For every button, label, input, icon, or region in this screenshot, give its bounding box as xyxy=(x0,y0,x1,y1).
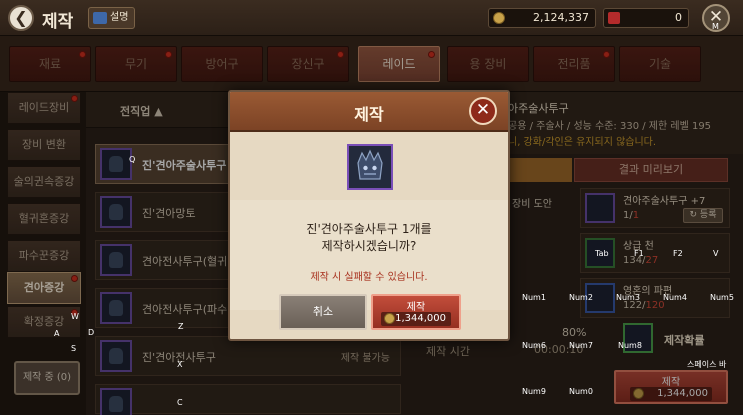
cancel-button[interactable]: 취소 xyxy=(279,294,367,330)
gem-value: 0 xyxy=(675,11,682,24)
coin-icon xyxy=(493,12,505,24)
confirm-label: 제작 xyxy=(406,302,426,313)
gem-counter: 0 xyxy=(603,8,689,28)
top-bar: ❮ 제작 설명 2,124,337 0 ✕ M xyxy=(0,0,743,36)
helmet-icon xyxy=(347,144,393,190)
gold-counter: 2,124,337 xyxy=(488,8,596,28)
confirm-craft-button[interactable]: 제작 1,344,000 xyxy=(371,294,461,330)
gold-value: 2,124,337 xyxy=(533,11,589,24)
back-button[interactable]: ❮ xyxy=(8,5,34,31)
dialog-title: 제작 xyxy=(354,105,384,124)
dialog-message-line2: 제작하시겠습니까? xyxy=(321,239,417,253)
help-button[interactable]: 설명 xyxy=(88,7,136,29)
chevron-left-icon: ❮ xyxy=(14,8,28,27)
page-title: 제작 xyxy=(42,12,74,32)
coin-icon xyxy=(384,313,395,324)
dialog-close-button[interactable]: ✕ xyxy=(469,97,497,125)
book-icon xyxy=(93,12,107,24)
dialog-body xyxy=(230,200,508,310)
dialog-message-line1: 진'견아주술사투구 1개를 xyxy=(306,222,432,236)
gem-icon xyxy=(608,12,620,24)
close-icon: ✕ xyxy=(708,7,724,27)
close-icon: ✕ xyxy=(475,100,491,120)
craft-confirm-dialog: 제작 ✕ 진'견아주술사투구 1개를 제작하시겠습니까? 제작 시 실패할 수 … xyxy=(228,90,510,341)
help-label: 설명 xyxy=(110,12,129,23)
dialog-header: 제작 ✕ xyxy=(230,92,508,132)
dialog-warning: 제작 시 실패할 수 있습니다. xyxy=(310,272,428,283)
close-button[interactable]: ✕ xyxy=(702,4,730,32)
